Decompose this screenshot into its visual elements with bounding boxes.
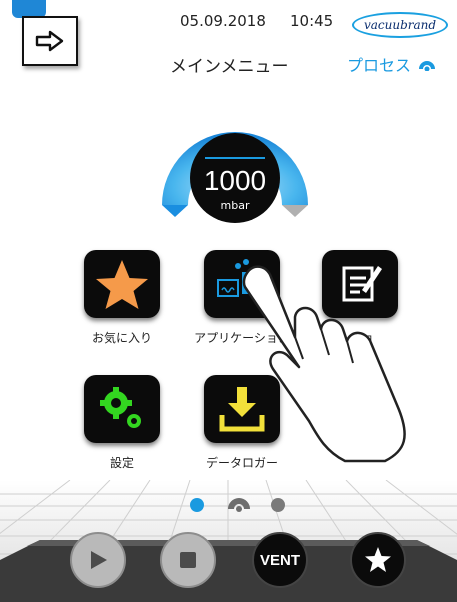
pager-dot-2[interactable]	[226, 491, 252, 513]
settings-label: 設定	[109, 456, 134, 470]
favorites-tile[interactable]	[84, 250, 160, 318]
gears-icon	[100, 387, 141, 428]
star-icon	[365, 547, 391, 572]
process-link[interactable]: プロセス	[347, 52, 437, 76]
favorite-action-button[interactable]	[350, 532, 406, 588]
brand-logo: vacuubrand	[352, 12, 448, 38]
play-button[interactable]	[70, 532, 126, 588]
main-menu-screen: 05.09.2018 10:45 vacuubrand メインメニュー プロセス	[0, 0, 457, 602]
pressure-unit: mbar	[220, 199, 250, 212]
star-icon	[96, 260, 148, 309]
vent-button[interactable]: VENT	[252, 532, 308, 588]
date-display: 05.09.2018	[180, 12, 266, 30]
vent-label: VENT	[259, 551, 300, 569]
right-arrow-icon	[35, 30, 64, 52]
pager-dot-1[interactable]	[190, 498, 204, 512]
navigate-forward-button[interactable]	[22, 16, 78, 66]
pressure-gauge[interactable]: 1000 mbar	[150, 95, 320, 225]
pager-dot-3[interactable]	[271, 498, 285, 512]
stop-button[interactable]	[160, 532, 216, 588]
brand-logo-text: vacuubrand	[363, 18, 437, 32]
stop-icon	[180, 552, 196, 568]
settings-tile[interactable]	[84, 375, 160, 443]
process-icon	[419, 61, 436, 71]
pressure-value: 1000	[203, 165, 267, 196]
process-label: プロセス	[347, 56, 412, 75]
page-title: メインメニュー	[170, 57, 289, 77]
favorites-label: お気に入り	[91, 331, 152, 345]
play-icon	[91, 551, 107, 569]
pointing-hand-icon	[242, 265, 406, 463]
time-display: 10:45	[290, 12, 334, 30]
